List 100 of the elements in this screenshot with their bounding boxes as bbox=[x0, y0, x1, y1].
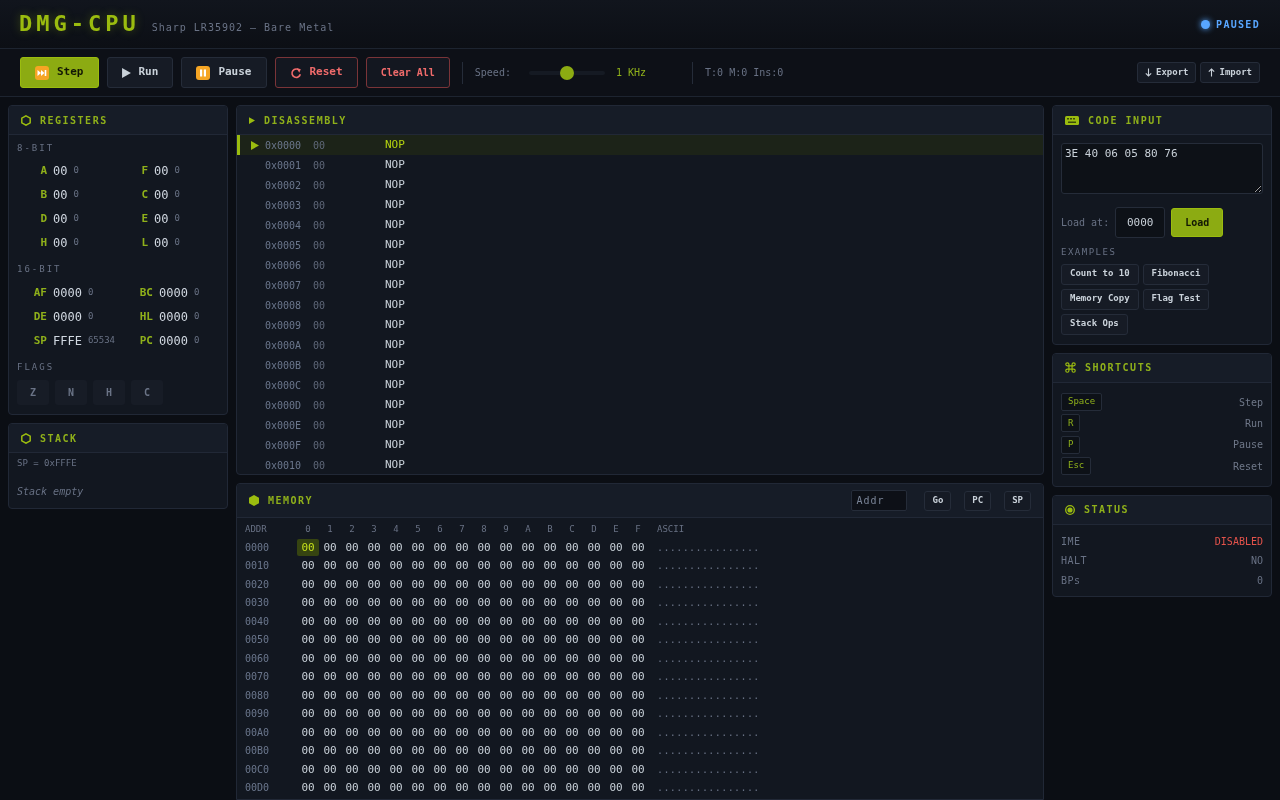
memory-cell-text: 00 bbox=[454, 650, 470, 667]
example-button[interactable]: Count to 10 bbox=[1061, 263, 1139, 285]
register-name: HL bbox=[138, 308, 153, 325]
memory-cell-text: 00 bbox=[454, 613, 470, 630]
register-value: 00 bbox=[154, 187, 169, 204]
ascii-text: ................ bbox=[657, 596, 760, 611]
memory-cell-text: 00 bbox=[322, 632, 338, 649]
memory-cell-text: 00 bbox=[410, 539, 426, 556]
register-decimal: 0 bbox=[73, 188, 79, 202]
memory-cell-text: 00 bbox=[520, 650, 536, 667]
memory-cell-text: 00 bbox=[564, 687, 580, 704]
instruction-address: 0x000B bbox=[265, 358, 303, 373]
memory-cell-text: 00 bbox=[542, 595, 558, 612]
memory-cell-text: 00 bbox=[366, 761, 382, 778]
memory-cell-text: 00 bbox=[498, 613, 514, 630]
instruction-bytes: 00 bbox=[313, 458, 327, 473]
memory-cell-text: 00 bbox=[520, 669, 536, 686]
keyboard-key: Space bbox=[1061, 393, 1103, 412]
memory-cell-text: 00 bbox=[432, 650, 448, 667]
pause-button[interactable]: Pause bbox=[181, 57, 267, 88]
column-header: 1 bbox=[326, 522, 334, 536]
memory-cell-text: 00 bbox=[630, 576, 646, 593]
go-button[interactable]: Go bbox=[924, 490, 952, 511]
instruction-mnemonic: NOP bbox=[385, 276, 405, 293]
example-button[interactable]: Fibonacci bbox=[1142, 263, 1210, 285]
section-label: FLAGS bbox=[17, 362, 56, 373]
memory-cell-text: 00 bbox=[476, 539, 492, 556]
import-button[interactable]: Import bbox=[1200, 62, 1260, 83]
run-status: PAUSED bbox=[1216, 17, 1260, 32]
memory-cell-text: 00 bbox=[322, 724, 338, 741]
pc-button[interactable]: PC bbox=[964, 490, 992, 511]
register-decimal: 0 bbox=[174, 236, 180, 250]
load-address-label: Load at: bbox=[1061, 216, 1110, 230]
register-value: 00 bbox=[53, 187, 68, 204]
speed-reading: 1 KHz bbox=[615, 66, 647, 80]
memory-cell-text: 00 bbox=[432, 724, 448, 741]
memory-cell-text: 00 bbox=[344, 650, 360, 667]
column-header: D bbox=[590, 522, 598, 536]
memory-cell-text: 00 bbox=[432, 743, 448, 760]
memory-cell-text: 00 bbox=[520, 539, 536, 556]
column-header: ASCII bbox=[657, 522, 685, 536]
memory-cell: 00 bbox=[297, 538, 319, 556]
memory-cell-text: 00 bbox=[630, 613, 646, 630]
load-address-field[interactable]: 0000 bbox=[1115, 207, 1166, 238]
memory-cell-text: 00 bbox=[388, 558, 404, 575]
hexagon-outline-icon bbox=[21, 114, 31, 126]
memory-cell-text: 00 bbox=[586, 558, 602, 575]
column-header: 4 bbox=[392, 522, 400, 536]
instruction-bytes: 00 bbox=[313, 418, 327, 433]
memory-cell-text: 00 bbox=[300, 706, 316, 723]
memory-cell-text: 00 bbox=[608, 650, 624, 667]
panel-title: STATUS bbox=[1084, 503, 1130, 518]
reset-button[interactable]: Reset bbox=[274, 57, 358, 88]
example-button[interactable]: Stack Ops bbox=[1061, 313, 1128, 335]
memory-cell-text: 00 bbox=[432, 761, 448, 778]
memory-cell-text: 00 bbox=[410, 613, 426, 630]
export-button[interactable]: Export bbox=[1136, 62, 1197, 83]
clear-all-button[interactable]: Clear All bbox=[365, 57, 450, 88]
memory-cell-text: 00 bbox=[454, 632, 470, 649]
current-arrow-icon bbox=[251, 140, 259, 150]
instruction-bytes: 00 bbox=[313, 278, 327, 293]
memory-cell-text: 00 bbox=[542, 558, 558, 575]
run-button[interactable]: Run bbox=[106, 57, 174, 88]
memory-cell-text: 00 bbox=[608, 669, 624, 686]
memory-cell-text: 00 bbox=[476, 595, 492, 612]
memory-cell-text: 00 bbox=[410, 576, 426, 593]
flag-indicator: N bbox=[55, 380, 87, 405]
instruction-bytes: 00 bbox=[313, 338, 327, 353]
register-name: H bbox=[39, 234, 47, 251]
panel-title: DISASSEMBLY bbox=[264, 113, 347, 128]
memory-cell-text: 00 bbox=[366, 669, 382, 686]
sp-button[interactable]: SP bbox=[1004, 490, 1031, 511]
memory-cell-text: 00 bbox=[454, 743, 470, 760]
memory-cell-text: 00 bbox=[388, 706, 404, 723]
step-button[interactable]: Step bbox=[20, 57, 99, 88]
memory-cell-text: 00 bbox=[366, 576, 382, 593]
memory-cell-text: 00 bbox=[454, 687, 470, 704]
load-button[interactable]: Load bbox=[1171, 208, 1224, 237]
memory-cell-text: 00 bbox=[344, 724, 360, 741]
memory-cell-text: 00 bbox=[476, 724, 492, 741]
flag-indicator: C bbox=[131, 380, 163, 405]
memory-cell-text: 00 bbox=[454, 595, 470, 612]
memory-cell-text: 00 bbox=[454, 576, 470, 593]
memory-cell-text: 00 bbox=[300, 761, 316, 778]
memory-cell-text: 00 bbox=[476, 687, 492, 704]
address-field[interactable]: Addr bbox=[851, 490, 908, 511]
memory-cell-text: 00 bbox=[586, 576, 602, 593]
memory-cell-text: 00 bbox=[608, 706, 624, 723]
memory-cell-text: 00 bbox=[432, 687, 448, 704]
memory-cell-text: 00 bbox=[344, 669, 360, 686]
register-decimal: 0 bbox=[73, 236, 79, 250]
memory-cell-text: 00 bbox=[300, 650, 316, 667]
code-input-field[interactable]: 3E 40 06 05 80 76 bbox=[1061, 143, 1263, 194]
example-button[interactable]: Flag Test bbox=[1142, 288, 1210, 310]
play-icon bbox=[121, 67, 131, 78]
status-label: HALT bbox=[1061, 554, 1088, 569]
slider-thumb[interactable] bbox=[559, 65, 574, 80]
memory-cell-text: 00 bbox=[410, 724, 426, 741]
example-button[interactable]: Memory Copy bbox=[1061, 288, 1139, 310]
register-decimal: 65534 bbox=[87, 334, 115, 348]
